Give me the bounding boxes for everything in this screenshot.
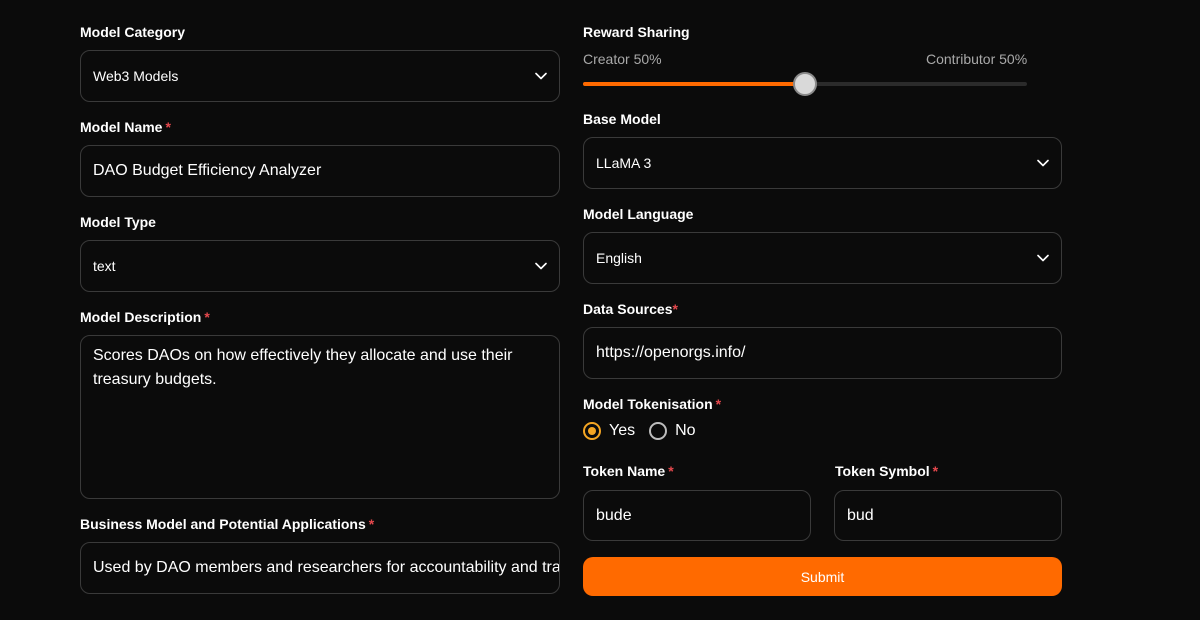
radio-selected-indicator bbox=[583, 422, 601, 440]
reward-slider-handle[interactable] bbox=[793, 72, 817, 96]
base-model-value: LLaMA 3 bbox=[596, 155, 652, 171]
base-model-label-text: Base Model bbox=[583, 111, 661, 127]
data-sources-label: Data Sources* bbox=[583, 301, 678, 317]
chevron-down-icon bbox=[535, 260, 547, 272]
business-model-input[interactable]: Used by DAO members and researchers for … bbox=[80, 542, 560, 594]
chevron-down-icon bbox=[1037, 157, 1049, 169]
reward-slider-fill bbox=[583, 82, 805, 86]
model-description-label: Model Description * bbox=[80, 309, 210, 325]
required-asterisk: * bbox=[668, 463, 674, 479]
base-model-select[interactable]: LLaMA 3 bbox=[583, 137, 1062, 189]
model-type-label: Model Type bbox=[80, 214, 156, 230]
required-asterisk: * bbox=[165, 119, 171, 135]
token-name-input[interactable]: bude bbox=[583, 490, 811, 541]
model-type-label-text: Model Type bbox=[80, 214, 156, 230]
token-name-label: Token Name * bbox=[583, 463, 674, 479]
required-asterisk: * bbox=[204, 309, 210, 325]
model-description-textarea[interactable]: Scores DAOs on how effectively they allo… bbox=[80, 335, 560, 499]
reward-sharing-slider[interactable] bbox=[583, 72, 1027, 96]
tokenisation-no-radio[interactable]: No bbox=[649, 422, 696, 440]
tokenisation-yes-radio[interactable]: Yes bbox=[583, 422, 635, 440]
model-category-label-text: Model Category bbox=[80, 24, 186, 40]
chevron-down-icon bbox=[1037, 252, 1049, 264]
data-sources-label-text: Data Sources bbox=[583, 301, 673, 317]
contributor-share-label: Contributor 50% bbox=[926, 51, 1028, 67]
model-name-label: Model Name * bbox=[80, 119, 171, 135]
radio-dot bbox=[588, 427, 596, 435]
business-model-label: Business Model and Potential Application… bbox=[80, 516, 374, 532]
reward-sharing-label-text: Reward Sharing bbox=[583, 24, 690, 40]
model-category-value: Web3 Models bbox=[93, 68, 179, 84]
required-asterisk: * bbox=[368, 516, 375, 532]
business-model-label-text: Business Model and Potential Application… bbox=[80, 516, 366, 532]
token-name-value: bude bbox=[596, 506, 632, 524]
model-category-select[interactable]: Web3 Models bbox=[80, 50, 560, 102]
model-tokenisation-radio-group: Yes No bbox=[583, 422, 710, 440]
submit-button[interactable]: Submit bbox=[583, 557, 1062, 596]
token-symbol-label-text: Token Symbol bbox=[835, 463, 930, 479]
chevron-down-icon bbox=[535, 70, 547, 82]
model-category-label: Model Category bbox=[80, 24, 185, 40]
token-symbol-value: bud bbox=[847, 506, 874, 524]
model-language-label: Model Language bbox=[583, 206, 693, 222]
required-asterisk: * bbox=[715, 396, 722, 412]
token-symbol-input[interactable]: bud bbox=[834, 490, 1062, 541]
model-tokenisation-label-text: Model Tokenisation bbox=[583, 396, 713, 412]
model-description-label-text: Model Description bbox=[80, 309, 202, 325]
data-sources-value: https://openorgs.info/ bbox=[596, 344, 746, 361]
model-language-value: English bbox=[596, 250, 642, 266]
model-language-select[interactable]: English bbox=[583, 232, 1062, 284]
required-asterisk: * bbox=[932, 463, 939, 479]
data-sources-input[interactable]: https://openorgs.info/ bbox=[583, 327, 1062, 379]
model-name-value: DAO Budget Efficiency Analyzer bbox=[93, 162, 322, 179]
creator-share-label: Creator 50% bbox=[583, 51, 662, 67]
model-form-page: Model Category Web3 Models Model Name * D… bbox=[0, 0, 1200, 620]
model-type-value: text bbox=[93, 258, 116, 274]
tokenisation-no-label: No bbox=[675, 422, 696, 439]
model-language-label-text: Model Language bbox=[583, 206, 694, 222]
reward-sharing-label: Reward Sharing bbox=[583, 24, 690, 40]
required-asterisk: * bbox=[672, 301, 678, 317]
model-tokenisation-label: Model Tokenisation * bbox=[583, 396, 721, 412]
tokenisation-yes-label: Yes bbox=[609, 422, 636, 439]
model-name-input[interactable]: DAO Budget Efficiency Analyzer bbox=[80, 145, 560, 197]
radio-unselected-indicator bbox=[649, 422, 668, 440]
model-type-select[interactable]: text bbox=[80, 240, 560, 292]
model-name-label-text: Model Name bbox=[80, 119, 163, 135]
base-model-label: Base Model bbox=[583, 111, 661, 127]
business-model-value: Used by DAO members and researchers for … bbox=[93, 559, 560, 576]
model-description-value: Scores DAOs on how effectively they allo… bbox=[93, 347, 513, 388]
token-symbol-label: Token Symbol * bbox=[835, 463, 938, 479]
token-name-label-text: Token Name bbox=[583, 463, 666, 479]
